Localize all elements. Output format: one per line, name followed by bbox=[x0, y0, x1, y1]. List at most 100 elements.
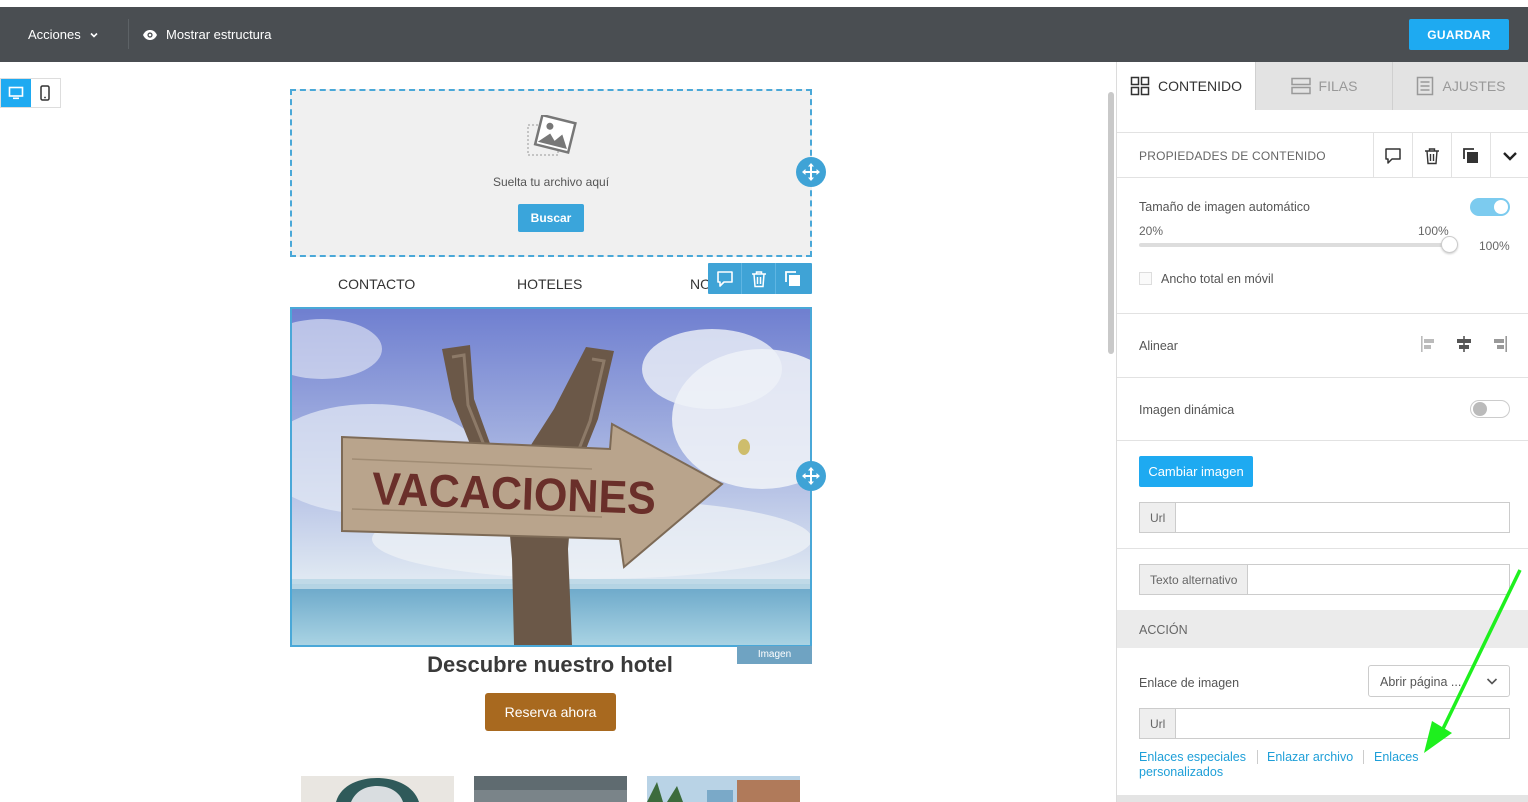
image-url-input[interactable] bbox=[1176, 503, 1509, 532]
alt-text-addon: Texto alternativo bbox=[1140, 565, 1249, 594]
custom-links-link-cont[interactable]: personalizados bbox=[1139, 765, 1223, 779]
hero-image[interactable]: VACACIONES bbox=[290, 307, 812, 647]
dynamic-image-toggle[interactable] bbox=[1470, 400, 1510, 418]
thumbnail-image bbox=[647, 776, 800, 802]
change-image-button[interactable]: Cambiar imagen bbox=[1139, 456, 1253, 487]
auto-size-toggle[interactable] bbox=[1470, 198, 1510, 216]
thumbnail-2[interactable] bbox=[474, 776, 627, 802]
image-url-field: Url bbox=[1139, 502, 1510, 533]
toggle-knob bbox=[1473, 402, 1487, 416]
comment-button[interactable] bbox=[708, 263, 742, 294]
top-strip bbox=[0, 0, 1528, 7]
top-bar: Acciones Mostrar estructura GUARDAR bbox=[0, 7, 1528, 62]
topbar-divider bbox=[128, 19, 129, 49]
image-size-slider[interactable] bbox=[1139, 243, 1449, 247]
duplicate-button[interactable] bbox=[776, 263, 810, 294]
props-collapse-button[interactable] bbox=[1490, 133, 1528, 178]
panel-gap bbox=[1117, 110, 1528, 132]
image-link-label: Enlace de imagen bbox=[1139, 676, 1240, 690]
comment-icon bbox=[1385, 147, 1401, 164]
tab-filas[interactable]: FILAS bbox=[1255, 62, 1392, 110]
tab-contenido-label: CONTENIDO bbox=[1158, 78, 1242, 94]
divider bbox=[1117, 440, 1528, 441]
props-delete-button[interactable] bbox=[1412, 133, 1451, 178]
action-section-title: ACCIÓN bbox=[1139, 623, 1188, 637]
divider bbox=[1117, 313, 1528, 314]
panel-bottom-band bbox=[1117, 795, 1528, 802]
tab-contenido[interactable]: CONTENIDO bbox=[1117, 62, 1255, 110]
full-width-mobile-checkbox[interactable] bbox=[1139, 272, 1152, 285]
headline-text[interactable]: Descubre nuestro hotel bbox=[290, 652, 810, 678]
thumbnail-image bbox=[301, 776, 454, 802]
link-url-addon: Url bbox=[1140, 709, 1177, 738]
content-properties-header: PROPIEDADES DE CONTENIDO bbox=[1117, 132, 1528, 178]
props-duplicate-button[interactable] bbox=[1451, 133, 1490, 178]
move-handle[interactable] bbox=[796, 157, 826, 187]
link-separator bbox=[1257, 750, 1258, 764]
desktop-view-button[interactable] bbox=[1, 79, 31, 107]
link-separator bbox=[1363, 750, 1364, 764]
image-dropzone[interactable]: Suelta tu archivo aquí Buscar bbox=[290, 89, 812, 257]
slider-max-label: 100% bbox=[1418, 224, 1449, 238]
nav-item-contacto[interactable]: CONTACTO bbox=[338, 276, 415, 292]
url-addon: Url bbox=[1140, 503, 1177, 532]
comment-icon bbox=[716, 270, 733, 287]
book-now-button[interactable]: Reserva ahora bbox=[485, 693, 616, 731]
chevron-down-icon bbox=[1503, 151, 1517, 161]
browse-button[interactable]: Buscar bbox=[518, 204, 584, 232]
show-structure-label: Mostrar estructura bbox=[166, 27, 272, 42]
mobile-icon bbox=[40, 85, 50, 101]
acciones-label: Acciones bbox=[28, 27, 81, 42]
grid-icon bbox=[1130, 76, 1150, 96]
dynamic-image-label: Imagen dinámica bbox=[1139, 403, 1235, 417]
dropzone-text: Suelta tu archivo aquí bbox=[492, 175, 610, 189]
duplicate-icon bbox=[785, 270, 800, 286]
sign-text: VACACIONES bbox=[371, 462, 657, 524]
image-placeholder-icon bbox=[527, 115, 577, 156]
auto-size-label: Tamaño de imagen automático bbox=[1139, 200, 1310, 214]
full-width-mobile-label: Ancho total en móvil bbox=[1161, 272, 1274, 286]
tab-ajustes[interactable]: AJUSTES bbox=[1392, 62, 1528, 110]
thumbnail-3[interactable] bbox=[647, 776, 800, 802]
annotation-arrow-icon bbox=[1424, 569, 1522, 753]
props-comment-button[interactable] bbox=[1373, 133, 1412, 178]
move-arrows-icon bbox=[802, 163, 820, 181]
divider bbox=[1117, 548, 1528, 549]
move-handle-hero[interactable] bbox=[796, 461, 826, 491]
save-button[interactable]: GUARDAR bbox=[1409, 19, 1509, 50]
content-properties-title: PROPIEDADES DE CONTENIDO bbox=[1139, 149, 1326, 163]
align-center-icon[interactable] bbox=[1455, 335, 1473, 353]
settings-sheet-icon bbox=[1417, 76, 1434, 96]
block-toolbar bbox=[708, 263, 812, 294]
slider-value: 100% bbox=[1479, 239, 1510, 253]
acciones-menu[interactable]: Acciones bbox=[28, 27, 99, 42]
divider bbox=[1117, 377, 1528, 378]
tab-filas-label: FILAS bbox=[1318, 78, 1358, 94]
trash-icon bbox=[1425, 147, 1439, 164]
device-toggle bbox=[0, 78, 61, 108]
canvas-scrollbar[interactable] bbox=[1108, 92, 1114, 354]
align-right-icon[interactable] bbox=[1490, 335, 1508, 353]
panel-tabs: CONTENIDO FILAS AJUSTES bbox=[1117, 62, 1528, 110]
chevron-down-icon bbox=[90, 32, 98, 38]
trash-icon bbox=[751, 270, 766, 287]
special-links-link[interactable]: Enlaces especiales bbox=[1139, 750, 1246, 764]
vacation-sign-image: VACACIONES bbox=[292, 309, 810, 645]
slider-handle[interactable] bbox=[1441, 236, 1458, 253]
thumbnail-1[interactable] bbox=[301, 776, 454, 802]
move-arrows-icon bbox=[802, 467, 820, 485]
tab-ajustes-label: AJUSTES bbox=[1442, 78, 1506, 94]
align-left-icon[interactable] bbox=[1420, 335, 1438, 353]
thumbnail-image bbox=[474, 776, 627, 802]
duplicate-icon bbox=[1463, 147, 1478, 163]
link-file-link[interactable]: Enlazar archivo bbox=[1267, 750, 1353, 764]
nav-item-hoteles[interactable]: HOTELES bbox=[517, 276, 582, 292]
toggle-knob bbox=[1494, 200, 1508, 214]
show-structure-button[interactable]: Mostrar estructura bbox=[142, 27, 271, 42]
desktop-icon bbox=[8, 86, 24, 100]
align-label: Alinear bbox=[1139, 339, 1178, 353]
mobile-view-button[interactable] bbox=[31, 79, 61, 107]
rows-icon bbox=[1290, 77, 1311, 95]
delete-button[interactable] bbox=[742, 263, 776, 294]
eye-icon bbox=[143, 29, 157, 40]
